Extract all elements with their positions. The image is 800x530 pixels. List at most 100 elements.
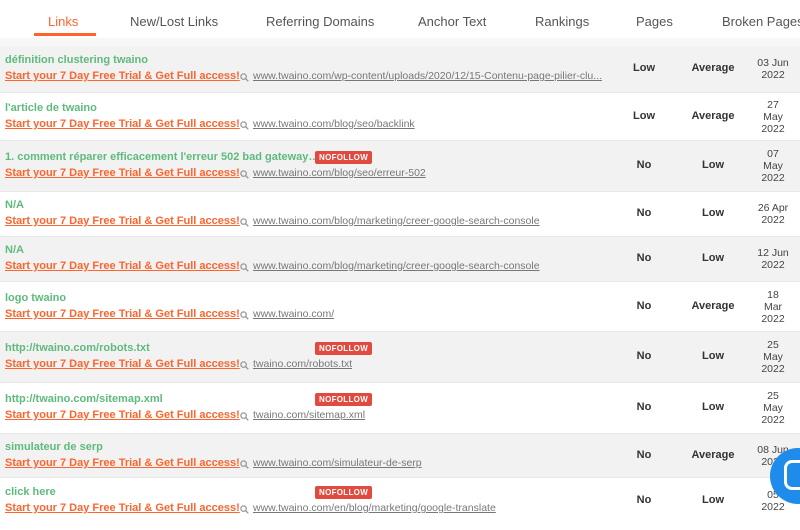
nofollow-badge: NOFOLLOW xyxy=(315,151,373,164)
free-trial-link[interactable]: Start your 7 Day Free Trial & Get Full a… xyxy=(5,409,240,421)
source-url-link[interactable]: www.twaino.com/blog/seo/backlink xyxy=(253,118,415,130)
date-line: 2022 xyxy=(761,69,785,81)
date-cell: 25 May 2022 xyxy=(749,339,797,375)
source-url-link[interactable]: www.twaino.com/simulateur-de-serp xyxy=(253,457,422,469)
authority-value: Low xyxy=(702,252,724,264)
chevron-right-icon: › xyxy=(226,457,230,468)
search-icon xyxy=(240,460,249,469)
search-icon xyxy=(240,121,249,130)
free-trial-link[interactable]: Start your 7 Day Free Trial & Get Full a… xyxy=(5,70,240,82)
free-trial-link[interactable]: Start your 7 Day Free Trial & Get Full a… xyxy=(5,358,240,370)
anchor-text: http://twaino.com/sitemap.xml xyxy=(5,393,163,405)
date-line: 25 xyxy=(767,339,779,351)
authority-value: Average xyxy=(691,110,735,122)
date-line: 2022 xyxy=(761,172,785,184)
chevron-right-icon: › xyxy=(226,502,230,513)
date-cell: 27 May 2022 xyxy=(749,99,797,135)
date-line: 2022 xyxy=(761,414,785,426)
date-line: 18 xyxy=(767,289,779,301)
authority-value: Average xyxy=(691,300,735,312)
tab-anchor-text[interactable]: Anchor Text xyxy=(418,14,486,29)
authority-value: Low xyxy=(702,350,724,362)
tab-rankings[interactable]: Rankings xyxy=(535,14,589,29)
table-row: l'article de twaino Start your 7 Day Free… xyxy=(0,92,800,140)
anchor-text: click here xyxy=(5,486,56,498)
tab-broken-pages[interactable]: Broken Pages xyxy=(722,14,800,29)
anchor-text: logo twaino xyxy=(5,292,67,304)
status-value: No xyxy=(636,252,652,264)
source-url-link[interactable]: www.twaino.com/blog/marketing/creer-goog… xyxy=(253,260,540,272)
date-cell: 03 Jun 2022 xyxy=(749,57,797,81)
anchor-text: N/A xyxy=(5,199,24,211)
anchor-text: simulateur de serp xyxy=(5,441,103,453)
source-url-link[interactable]: twaino.com/sitemap.xml xyxy=(253,409,365,421)
status-value: No xyxy=(636,159,652,171)
anchor-text: http://twaino.com/robots.txt xyxy=(5,342,150,354)
anchor-text: 1. comment réparer efficacement l'erreur… xyxy=(5,151,320,163)
table-row: N/A Start your 7 Day Free Trial & Get Ful… xyxy=(0,236,800,281)
table-row: N/A Start your 7 Day Free Trial & Get Ful… xyxy=(0,191,800,236)
authority-value: Low xyxy=(702,401,724,413)
free-trial-link[interactable]: Start your 7 Day Free Trial & Get Full a… xyxy=(5,167,240,179)
date-line: 26 Apr xyxy=(757,202,789,214)
search-icon xyxy=(240,218,249,227)
search-icon xyxy=(240,311,249,320)
search-icon xyxy=(240,170,249,179)
free-trial-link[interactable]: Start your 7 Day Free Trial & Get Full a… xyxy=(5,308,240,320)
status-value: No xyxy=(636,350,652,362)
nofollow-badge: NOFOLLOW xyxy=(315,486,373,499)
table-row: définition clustering twaino Start your 7… xyxy=(0,46,800,92)
free-trial-link[interactable]: Start your 7 Day Free Trial & Get Full a… xyxy=(5,215,240,227)
date-line: 07 xyxy=(767,148,779,160)
tab-pages[interactable]: Pages xyxy=(636,14,673,29)
date-line: 2022 xyxy=(761,123,785,135)
chevron-right-icon: › xyxy=(226,167,230,178)
chevron-right-icon: › xyxy=(226,118,230,129)
date-line: Mar xyxy=(763,301,783,313)
free-trial-link[interactable]: Start your 7 Day Free Trial & Get Full a… xyxy=(5,502,240,514)
source-url-link[interactable]: twaino.com/robots.txt xyxy=(253,358,352,370)
date-line: May xyxy=(763,160,783,172)
source-url-link[interactable]: www.twaino.com/ xyxy=(253,308,334,320)
date-line: 27 xyxy=(767,99,779,111)
tab-links[interactable]: Links xyxy=(48,14,78,29)
date-line: May xyxy=(763,402,783,414)
tab-new-lost-links[interactable]: New/Lost Links xyxy=(130,14,218,29)
status-value: No xyxy=(636,300,652,312)
source-url-link[interactable]: www.twaino.com/en/blog/marketing/google-… xyxy=(253,502,496,514)
date-line: 03 Jun xyxy=(757,57,789,69)
anchor-text: définition clustering twaino xyxy=(5,54,148,66)
free-trial-link[interactable]: Start your 7 Day Free Trial & Get Full a… xyxy=(5,260,240,272)
active-tab-indicator xyxy=(34,33,96,36)
table-row: http://twaino.com/sitemap.xml NOFOLLOW Sta… xyxy=(0,382,800,433)
chat-bubble-icon xyxy=(784,460,800,490)
date-cell: 18 Mar 2022 xyxy=(749,289,797,325)
source-url-link[interactable]: www.twaino.com/blog/seo/erreur-502 xyxy=(253,167,426,179)
date-cell: 25 May 2022 xyxy=(749,390,797,426)
status-value: Low xyxy=(633,62,655,74)
tab-referring-domains[interactable]: Referring Domains xyxy=(266,14,374,29)
authority-value: Average xyxy=(691,449,735,461)
chevron-right-icon: › xyxy=(226,409,230,420)
date-cell: 07 May 2022 xyxy=(749,148,797,184)
free-trial-link[interactable]: Start your 7 Day Free Trial & Get Full a… xyxy=(5,457,240,469)
date-cell: 26 Apr 2022 xyxy=(749,202,797,226)
source-url-link[interactable]: www.twaino.com/wp-content/uploads/2020/1… xyxy=(253,70,602,82)
chevron-right-icon: › xyxy=(226,70,230,81)
chevron-right-icon: › xyxy=(226,358,230,369)
table-row: simulateur de serp Start your 7 Day Free … xyxy=(0,433,800,477)
search-icon xyxy=(240,505,249,514)
chevron-right-icon: › xyxy=(226,260,230,271)
free-trial-link[interactable]: Start your 7 Day Free Trial & Get Full a… xyxy=(5,118,240,130)
search-icon xyxy=(240,361,249,370)
date-cell: 12 Jun 2022 xyxy=(749,247,797,271)
search-icon xyxy=(240,412,249,421)
table-row: logo twaino Start your 7 Day Free Trial &… xyxy=(0,281,800,331)
status-value: No xyxy=(636,494,652,506)
source-url-link[interactable]: www.twaino.com/blog/marketing/creer-goog… xyxy=(253,215,540,227)
status-value: No xyxy=(636,449,652,461)
search-icon xyxy=(240,263,249,272)
links-table: définition clustering twaino Start your 7… xyxy=(0,46,800,524)
table-row: 1. comment réparer efficacement l'erreur… xyxy=(0,140,800,191)
date-line: 2022 xyxy=(761,214,785,226)
